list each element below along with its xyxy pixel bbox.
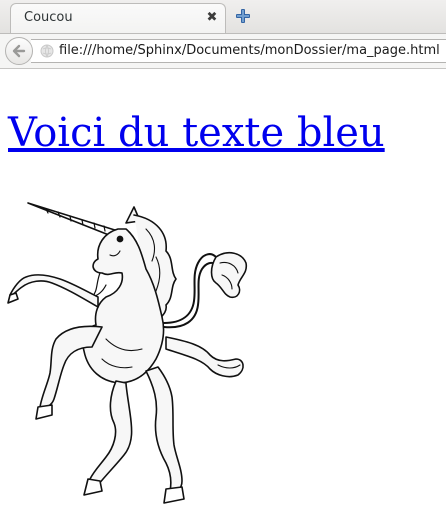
- new-tab-button[interactable]: [233, 6, 253, 26]
- navigation-bar: file:///home/Sphinx/Documents/monDossier…: [0, 33, 446, 69]
- browser-window: Coucou ✖ file:///home/Sphinx/Documents/m…: [0, 0, 446, 514]
- close-icon[interactable]: ✖: [204, 10, 220, 26]
- tab-title: Coucou: [24, 10, 73, 25]
- plus-icon: [236, 9, 250, 23]
- back-arrow-icon: [12, 44, 26, 58]
- site-identity-icon[interactable]: [40, 44, 54, 58]
- back-button[interactable]: [5, 37, 33, 65]
- unicorn-illustration: [7, 202, 248, 504]
- url-text[interactable]: file:///home/Sphinx/Documents/monDossier…: [59, 43, 440, 58]
- tab-strip: Coucou ✖: [0, 0, 446, 33]
- blue-text-link[interactable]: Voici du texte bleu: [8, 109, 385, 157]
- page-content: Voici du texte bleu: [0, 69, 446, 514]
- tab-coucou[interactable]: Coucou ✖: [10, 3, 226, 33]
- url-bar[interactable]: file:///home/Sphinx/Documents/monDossier…: [31, 39, 446, 63]
